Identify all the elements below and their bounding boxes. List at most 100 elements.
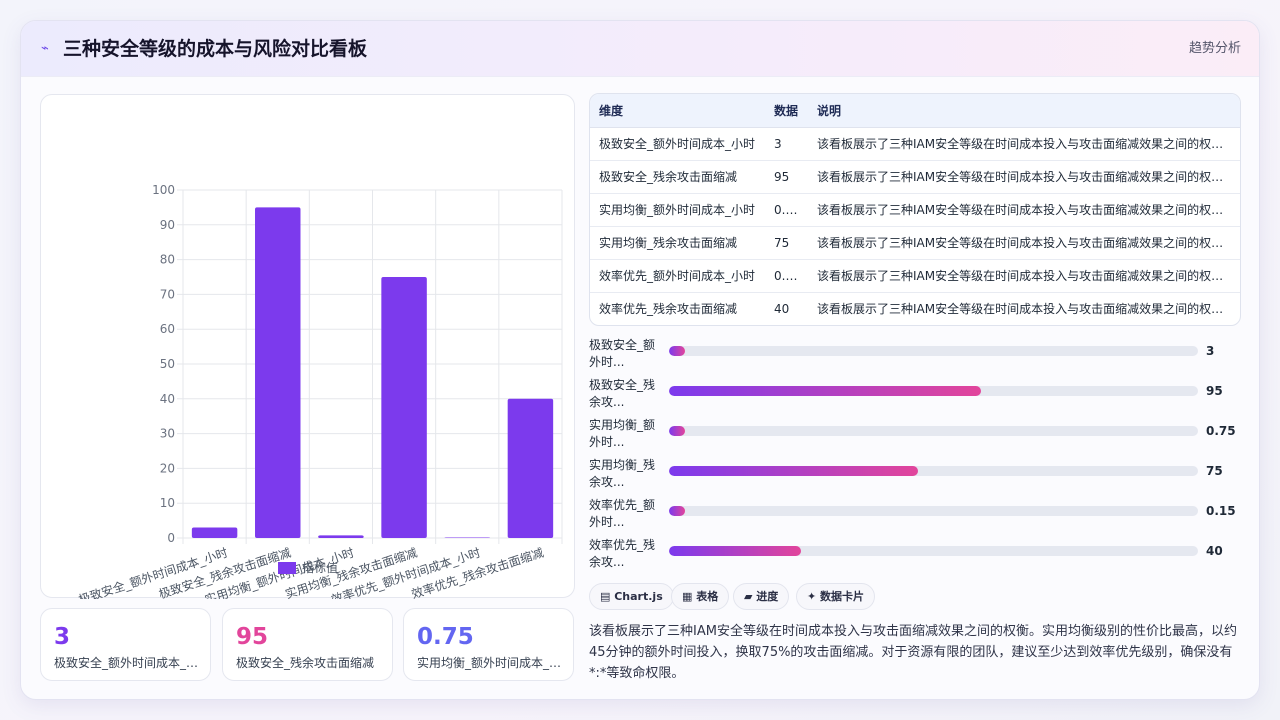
- y-tick-label: 70: [160, 287, 175, 301]
- table-cell: 实用均衡_残余攻击面缩减: [590, 226, 765, 260]
- page-title: 三种安全等级的成本与风险对比看板: [63, 38, 368, 60]
- sparkline-icon: ⌁: [41, 41, 49, 56]
- table-cell: 该看板展示了三种IAM安全等级在时间成本投入与攻击面缩减效果之间的权衡。: [808, 193, 1240, 227]
- table-cell: 效率优先_残余攻击面缩减: [599, 302, 738, 317]
- table-cell: 极致安全_额外时间成本_小时: [590, 127, 765, 161]
- progress-label: 极致安全_额外时...: [589, 338, 656, 369]
- table-cell: 极致安全_残余攻击面缩减: [590, 160, 765, 194]
- card-icon: ✦: [807, 590, 821, 603]
- progress-item: 实用均衡_残余攻... 75: [589, 457, 1249, 497]
- table-header-row: 维度 数据 说明: [590, 94, 1240, 128]
- table-row: 极致安全_残余攻击面缩减 95 该看板展示了三种IAM安全等级在时间成本投入与攻…: [590, 160, 1240, 194]
- table-cell: 该看板展示了三种IAM安全等级在时间成本投入与攻击面缩减效果之间的权衡。: [808, 160, 1240, 194]
- table-row: 效率优先_残余攻击面缩减 40 该看板展示了三种IAM安全等级在时间成本投入与攻…: [590, 292, 1240, 325]
- table-row: 极致安全_额外时间成本_小时 3 该看板展示了三种IAM安全等级在时间成本投入与…: [590, 127, 1240, 161]
- progress-fill: [669, 546, 802, 556]
- y-tick-label: 60: [160, 322, 175, 336]
- table-row: 实用均衡_残余攻击面缩减 75 该看板展示了三种IAM安全等级在时间成本投入与攻…: [590, 226, 1240, 260]
- progress-item: 效率优先_额外时... 0.15: [589, 497, 1249, 537]
- description-text: 该看板展示了三种IAM安全等级在时间成本投入与攻击面缩减效果之间的权衡。实用均衡…: [589, 624, 1237, 681]
- tag-label: 表格: [696, 590, 719, 603]
- y-tick-label: 40: [160, 392, 175, 406]
- header: ⌁ 三种安全等级的成本与风险对比看板 趋势分析: [21, 21, 1259, 77]
- progress-fill: [669, 346, 685, 356]
- tag-data-card[interactable]: ✦ 数据卡片: [796, 583, 876, 610]
- progress-label: 实用均衡_额外时...: [589, 418, 656, 449]
- bar: [444, 537, 490, 538]
- progress-label: 效率优先_残余攻...: [589, 538, 656, 569]
- bar: [507, 398, 554, 538]
- progress-track: [669, 346, 1198, 356]
- progress-label: 极致安全_残余攻...: [589, 378, 656, 409]
- kpi-label: 极致安全_额外时间成本_小时: [54, 656, 204, 670]
- progress-track: [669, 466, 1198, 476]
- y-tick-label: 20: [160, 461, 175, 475]
- table-cell: 该看板展示了三种IAM安全等级在时间成本投入与攻击面缩减效果之间的权衡。: [808, 226, 1240, 260]
- table-icon: ▦: [682, 590, 697, 603]
- y-tick-label: 50: [160, 357, 175, 371]
- column-header-description: 说明: [808, 94, 1240, 128]
- progress-track: [669, 506, 1198, 516]
- table-cell: 效率优先_额外时间成本_小时: [590, 259, 765, 293]
- tag-chartjs[interactable]: ▤ Chart.js: [589, 583, 674, 610]
- table-cell: 该看板展示了三种IAM安全等级在时间成本投入与攻击面缩减效果之间的权衡。: [808, 127, 1240, 161]
- bar-chart-panel: 0 10 20 30 40 50 60 70 80 90 100 极致安全_额外时间成本_小时 极致安全…: [40, 94, 575, 599]
- legend-swatch: [278, 562, 296, 574]
- y-tick-label: 90: [160, 218, 175, 232]
- table-cell: 75: [765, 226, 808, 260]
- tag-label: Chart.js: [614, 590, 663, 603]
- progress-item: 极致安全_残余攻... 95: [589, 377, 1249, 417]
- bar-chart: 0102030405060708090100极致安全_额外时间成本_小时极致安全…: [76, 183, 563, 599]
- bar: [381, 277, 427, 538]
- progress-value: 0.15: [1206, 504, 1236, 518]
- progress-value: 0.75: [1206, 424, 1236, 438]
- progress-item: 极致安全_额外时... 3: [589, 337, 1249, 377]
- y-tick-label: 10: [160, 496, 175, 510]
- data-table: 维度 数据 说明 极致安全_额外时间成本_小时 3 该看板展示了三种IAM安全等…: [589, 93, 1241, 326]
- table-cell: 0.15: [765, 259, 808, 293]
- kpi-label: 实用均衡_额外时间成本_小时: [417, 656, 567, 670]
- column-header-data: 数据: [765, 94, 808, 128]
- progress-item: 效率优先_残余攻... 40: [589, 537, 1249, 577]
- progress-value: 40: [1206, 544, 1223, 558]
- progress-icon: ▰: [744, 590, 757, 603]
- table-cell: 3: [765, 127, 808, 161]
- kpi-value: 3: [54, 624, 71, 650]
- dashboard-card: ⌁ 三种安全等级的成本与风险对比看板 趋势分析 0 10 20 30 40 50 60 70 8…: [20, 20, 1260, 700]
- table-cell: 该看板展示了三种IAM安全等级在时间成本投入与攻击面缩减效果之间的权衡。: [808, 259, 1240, 293]
- progress-value: 3: [1206, 344, 1215, 358]
- progress-value: 95: [1206, 384, 1223, 398]
- table-cell: 实用均衡_额外时间成本_小时: [590, 193, 765, 227]
- kpi-card: 0.75 实用均衡_额外时间成本_小时: [403, 608, 574, 681]
- trend-analysis-link[interactable]: 趋势分析: [1189, 39, 1241, 59]
- table-row: 效率优先_额外时间成本_小时 0.15 该看板展示了三种IAM安全等级在时间成本…: [590, 259, 1240, 293]
- kpi-label: 极致安全_残余攻击面缩减: [236, 656, 375, 670]
- kpi-card: 3 极致安全_额外时间成本_小时: [40, 608, 211, 681]
- kpi-card: 95 极致安全_残余攻击面缩减: [222, 608, 393, 681]
- progress-item: 实用均衡_额外时... 0.75: [589, 417, 1249, 457]
- kpi-value: 0.75: [417, 624, 474, 650]
- tag-table[interactable]: ▦ 表格: [671, 583, 730, 610]
- progress-track: [669, 386, 1198, 396]
- y-tick-label: 80: [160, 253, 175, 267]
- column-header-dimension: 维度: [590, 94, 765, 128]
- y-tick-label: 0: [167, 531, 175, 545]
- bar: [191, 527, 238, 538]
- progress-fill: [669, 506, 685, 516]
- table-cell: 95: [765, 160, 808, 194]
- table-row: 实用均衡_额外时间成本_小时 0.75 该看板展示了三种IAM安全等级在时间成本…: [590, 193, 1240, 227]
- table-cell: 40: [774, 301, 790, 316]
- table-cell: 0.75: [765, 193, 808, 227]
- progress-fill: [669, 426, 685, 436]
- chart-icon: ▤: [600, 590, 615, 603]
- kpi-value: 95: [236, 624, 269, 650]
- tag-label: 进度: [756, 590, 779, 603]
- tag-progress[interactable]: ▰ 进度: [733, 583, 790, 610]
- progress-label: 效率优先_额外时...: [589, 498, 656, 529]
- progress-fill: [669, 466, 918, 476]
- tag-label: 数据卡片: [820, 590, 865, 603]
- legend-label: 指标值: [302, 560, 338, 575]
- y-tick-label: 30: [160, 427, 175, 441]
- progress-label: 实用均衡_残余攻...: [589, 458, 656, 489]
- table-cell: 该看板展示了三种IAM安全等级在时间成本投入与攻击面缩减效果之间的权衡。: [817, 302, 1236, 317]
